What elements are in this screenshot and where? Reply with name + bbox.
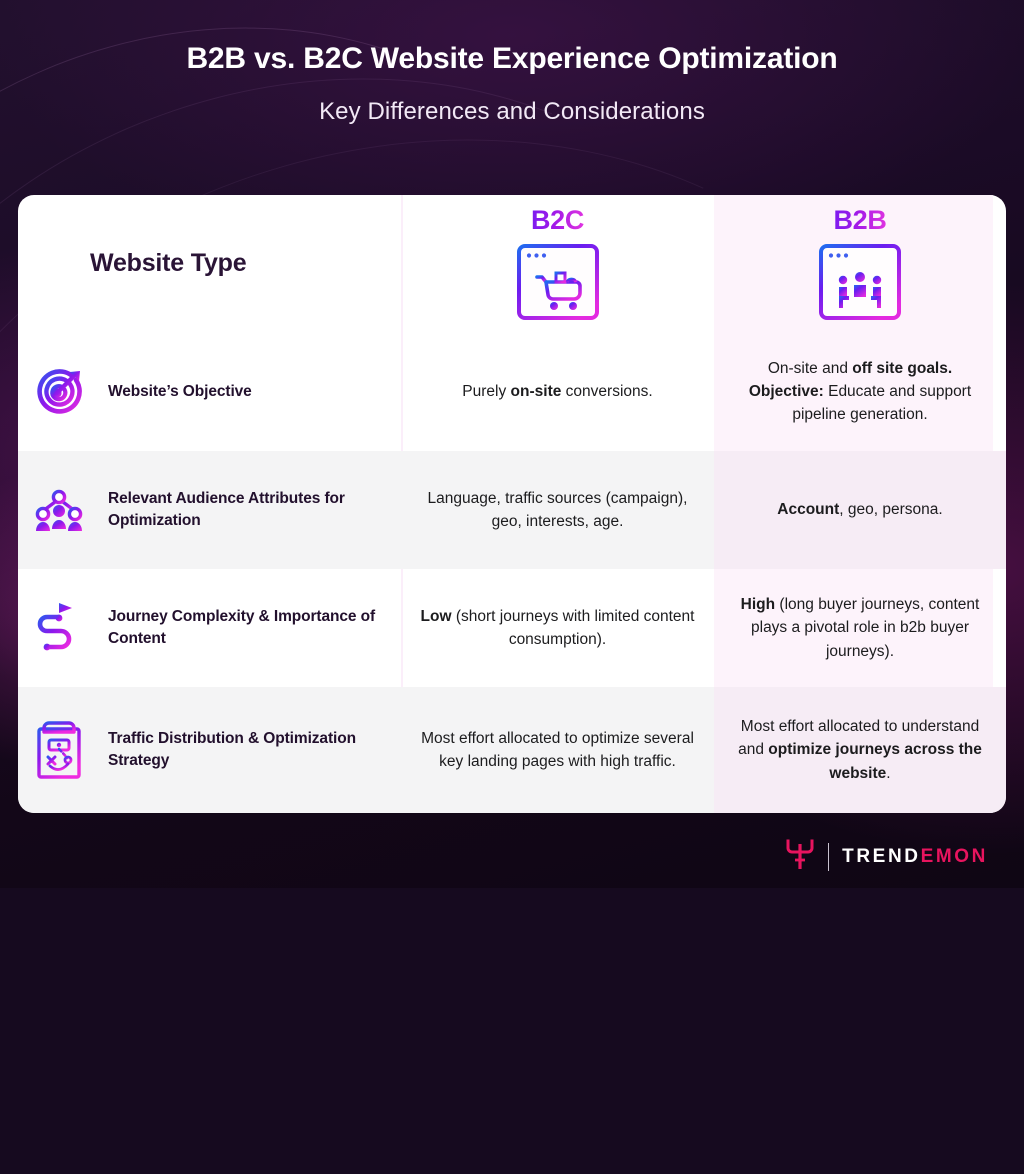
table-row: Journey Complexity & Importance of Conte…	[18, 569, 1006, 687]
row-title: Relevant Audience Attributes for Optimiz…	[108, 490, 345, 529]
row-value-b2b-text: Account, geo, persona.	[777, 501, 943, 519]
row-value-b2c: Most effort allocated to optimize severa…	[401, 687, 714, 813]
label-column-header: Website Type	[90, 249, 247, 277]
row-value-b2c-text: Language, traffic sources (campaign), ge…	[427, 489, 688, 530]
header: B2B vs. B2C Website Experience Optimizat…	[0, 0, 1024, 126]
row-label-cell: Relevant Audience Attributes for Optimiz…	[18, 451, 401, 569]
row-value-b2b-text: Most effort allocated to understand and …	[738, 718, 982, 782]
row-value-b2c-text: Purely on-site conversions.	[462, 382, 653, 400]
browser-shopping-cart-icon	[515, 242, 601, 327]
column-header-b2c: B2C	[401, 195, 714, 332]
row-value-b2c: Language, traffic sources (campaign), ge…	[401, 451, 714, 569]
label-column-header-cell: Website Type	[18, 195, 401, 332]
column-header-b2b: B2B	[714, 195, 1006, 332]
target-arrow-icon	[28, 364, 90, 420]
row-value-b2c-text: Most effort allocated to optimize severa…	[421, 729, 694, 770]
row-value-b2b: On-site and off site goals. Objective: E…	[714, 332, 1006, 451]
row-title: Journey Complexity & Importance of Conte…	[108, 608, 376, 647]
winding-path-flag-icon	[28, 597, 90, 659]
table-header-row: Website Type B2C B2B	[18, 195, 1006, 332]
table-row: Relevant Audience Attributes for Optimiz…	[18, 451, 1006, 569]
audience-network-icon	[28, 482, 90, 538]
row-label-cell: Website’s Objective	[18, 332, 401, 451]
footer: TRENDEMON	[0, 826, 1024, 888]
browser-people-meeting-icon	[817, 242, 903, 327]
logo-divider	[827, 843, 830, 871]
row-value-b2b: High (long buyer journeys, content plays…	[714, 569, 1006, 687]
logo-text-primary: TREND	[842, 846, 921, 867]
table-row: Website’s Objective Purely on-site conve…	[18, 332, 1006, 451]
row-value-b2b: Most effort allocated to understand and …	[714, 687, 1006, 813]
page-title: B2B vs. B2C Website Experience Optimizat…	[186, 42, 838, 75]
row-value-b2b-text: High (long buyer journeys, content plays…	[740, 596, 980, 660]
row-value-b2c-text: Low (short journeys with limited content…	[420, 607, 695, 648]
trendemon-logo[interactable]: TRENDEMON	[785, 838, 988, 877]
column-header-label-b2b: B2B	[833, 205, 887, 235]
page-subtitle: Key Differences and Considerations	[319, 98, 705, 125]
comparison-card: Website Type B2C B2B Website’s Objective…	[18, 195, 1006, 813]
row-value-b2c: Low (short journeys with limited content…	[401, 569, 714, 687]
trendemon-horns-icon	[785, 838, 815, 877]
comparison-table: Website Type B2C B2B Website’s Objective…	[18, 195, 1006, 813]
table-row: Traffic Distribution & Optimization Stra…	[18, 687, 1006, 813]
row-value-b2b-text: On-site and off site goals. Objective: E…	[748, 359, 972, 424]
row-title: Traffic Distribution & Optimization Stra…	[108, 730, 356, 769]
logo-text-accent: EMON	[920, 846, 988, 867]
row-value-b2b: Account, geo, persona.	[714, 451, 1006, 569]
row-label-cell: Traffic Distribution & Optimization Stra…	[18, 687, 401, 813]
row-value-b2c: Purely on-site conversions.	[401, 332, 714, 451]
clipboard-strategy-icon	[28, 719, 90, 781]
row-label-cell: Journey Complexity & Importance of Conte…	[18, 569, 401, 687]
logo-wordmark: TRENDEMON	[842, 846, 988, 868]
column-header-label-b2c: B2C	[530, 205, 585, 235]
row-title: Website’s Objective	[108, 382, 252, 400]
